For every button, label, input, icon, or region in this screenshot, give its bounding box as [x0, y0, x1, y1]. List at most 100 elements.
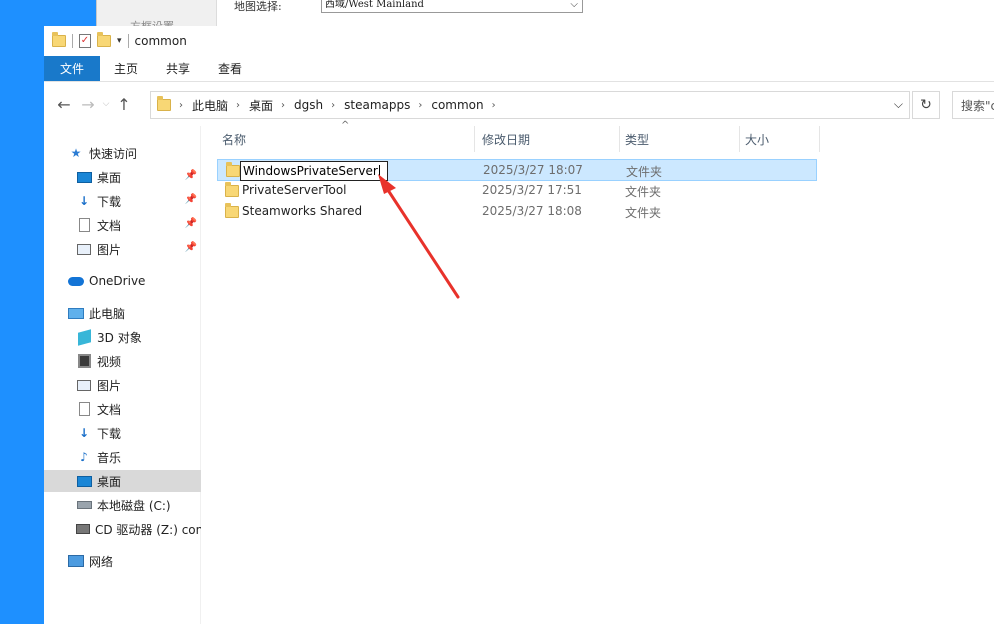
desktop-icon	[76, 171, 92, 183]
back-arrow-icon[interactable]: ←	[52, 95, 76, 114]
file-date: 2025/3/27 18:08	[482, 204, 582, 218]
map-select[interactable]: 西域/West Mainland ⌵	[321, 0, 583, 13]
chevron-down-icon: ⌵	[570, 0, 578, 10]
video-icon	[77, 354, 91, 368]
sidebar-item-desktop-pc[interactable]: 桌面	[44, 470, 201, 492]
chevron-right-icon[interactable]: ›	[236, 100, 240, 111]
file-list: ^ 名称 修改日期 类型 大小 WindowsPrivateServer 202…	[217, 120, 994, 624]
tab-share[interactable]: 共享	[152, 56, 204, 81]
sidebar-item-label: 桌面	[97, 170, 122, 185]
folder-icon	[226, 162, 240, 177]
sidebar-item-label: 下载	[97, 194, 122, 209]
sidebar-item-label: OneDrive	[89, 274, 146, 288]
column-header-date-modified[interactable]: 修改日期	[477, 126, 620, 152]
sidebar-item-pictures-pc[interactable]: 图片	[44, 374, 201, 396]
file-name: PrivateServerTool	[242, 183, 347, 197]
chevron-right-icon[interactable]: ›	[331, 100, 335, 111]
pictures-icon	[77, 379, 91, 391]
star-icon: ★	[70, 146, 82, 160]
forward-arrow-icon[interactable]: →	[76, 95, 100, 114]
pin-icon[interactable]: 📌	[185, 242, 197, 253]
text-caret	[378, 165, 380, 178]
sidebar-item-cd-drive-z[interactable]: CD 驱动器 (Z:) con	[44, 518, 201, 540]
folder-icon	[225, 182, 239, 197]
download-icon: ↓	[78, 194, 90, 208]
sidebar-item-local-disk-c[interactable]: 本地磁盘 (C:)	[44, 494, 201, 516]
customize-toolbar-icon[interactable]: ▾	[117, 36, 122, 46]
sidebar-item-downloads-pc[interactable]: ↓ 下载	[44, 422, 201, 444]
sidebar-item-documents-pc[interactable]: 文档	[44, 398, 201, 420]
sidebar-item-desktop[interactable]: 桌面 📌	[44, 166, 201, 188]
chevron-right-icon[interactable]: ›	[418, 100, 422, 111]
folder-icon	[225, 203, 239, 218]
chevron-right-icon[interactable]: ›	[492, 100, 496, 111]
table-row[interactable]: WindowsPrivateServer 2025/3/27 18:07 文件夹	[217, 159, 817, 181]
cloud-icon	[68, 276, 84, 286]
sidebar-item-downloads[interactable]: ↓ 下载 📌	[44, 190, 201, 212]
sidebar-item-pictures[interactable]: 图片 📌	[44, 238, 201, 260]
divider	[127, 34, 129, 48]
address-bar[interactable]: › 此电脑 › 桌面 › dgsh › steamapps › common ›…	[150, 91, 910, 119]
desktop-icon	[76, 475, 92, 487]
file-type: 文件夹	[626, 165, 663, 179]
disk-icon	[76, 501, 92, 509]
column-header-size[interactable]: 大小	[740, 126, 820, 152]
computer-icon	[68, 307, 84, 319]
download-icon: ↓	[78, 426, 90, 440]
divider	[72, 34, 73, 48]
file-name: Steamworks Shared	[242, 204, 363, 218]
sidebar-item-videos[interactable]: 视频	[44, 350, 201, 372]
breadcrumb-steamapps[interactable]: steamapps	[344, 98, 410, 112]
new-folder-icon[interactable]	[97, 32, 111, 47]
tab-home[interactable]: 主页	[100, 56, 152, 81]
breadcrumb-desktop[interactable]: 桌面	[249, 97, 273, 114]
file-type: 文件夹	[625, 206, 662, 220]
column-header-type[interactable]: 类型	[620, 126, 740, 152]
sidebar-item-label: 文档	[97, 402, 122, 417]
pin-icon[interactable]: 📌	[185, 218, 197, 229]
breadcrumb-dgsh[interactable]: dgsh	[294, 98, 323, 112]
chevron-right-icon[interactable]: ›	[281, 100, 285, 111]
sidebar-item-this-pc[interactable]: 此电脑	[44, 302, 201, 324]
tab-file[interactable]: 文件	[44, 56, 100, 81]
address-history-icon[interactable]: ⌵	[894, 97, 903, 112]
breadcrumb-common[interactable]: common	[431, 98, 483, 112]
file-explorer-window: ✓ ▾ common 文件 主页 共享 查看 ← → ⌵ ↑ › 此电脑 › 桌…	[44, 26, 994, 624]
column-header-name[interactable]: 名称	[217, 126, 475, 152]
music-icon: ♪	[80, 450, 88, 464]
rename-input[interactable]: WindowsPrivateServer	[240, 161, 388, 181]
sidebar-item-3d-objects[interactable]: 3D 对象	[44, 326, 201, 348]
refresh-icon: ↻	[920, 97, 932, 113]
pictures-icon	[77, 243, 91, 255]
sidebar-item-network[interactable]: 网络	[44, 550, 201, 572]
network-icon	[68, 555, 84, 567]
file-name: WindowsPrivateServer	[243, 164, 378, 178]
recent-locations-icon[interactable]: ⌵	[100, 99, 112, 109]
pin-icon[interactable]: 📌	[185, 170, 197, 181]
tab-view[interactable]: 查看	[204, 56, 256, 81]
sidebar-item-quick-access[interactable]: ★ 快速访问	[44, 142, 201, 164]
title-bar: ✓ ▾ common	[44, 26, 994, 56]
sidebar-item-label: 本地磁盘 (C:)	[97, 498, 171, 513]
navigation-pane: ★ 快速访问 桌面 📌 ↓ 下载 📌 文档 📌 图片 📌 OneDrive 此电…	[44, 126, 201, 624]
sidebar-item-documents[interactable]: 文档 📌	[44, 214, 201, 236]
refresh-button[interactable]: ↻	[912, 91, 940, 119]
chevron-right-icon[interactable]: ›	[179, 100, 183, 111]
sidebar-item-onedrive[interactable]: OneDrive	[44, 270, 201, 292]
explorer-body: ★ 快速访问 桌面 📌 ↓ 下载 📌 文档 📌 图片 📌 OneDrive 此电…	[44, 120, 994, 624]
document-icon	[78, 402, 90, 416]
sidebar-item-label: 3D 对象	[97, 330, 142, 345]
properties-icon[interactable]: ✓	[79, 34, 91, 48]
breadcrumb-this-pc[interactable]: 此电脑	[192, 97, 228, 114]
sidebar-item-label: 下载	[97, 426, 122, 441]
ribbon-tabs: 文件 主页 共享 查看	[44, 56, 994, 82]
document-icon	[78, 218, 90, 232]
pin-icon[interactable]: 📌	[185, 194, 197, 205]
sidebar-item-music[interactable]: ♪ 音乐	[44, 446, 201, 468]
table-row[interactable]: Steamworks Shared 2025/3/27 18:08 文件夹	[217, 201, 817, 223]
sidebar-item-label: 图片	[97, 378, 122, 393]
search-input[interactable]: 搜索"co	[952, 91, 994, 119]
table-row[interactable]: PrivateServerTool 2025/3/27 17:51 文件夹	[217, 180, 817, 202]
sidebar-item-label: 网络	[89, 554, 114, 569]
up-arrow-icon[interactable]: ↑	[112, 95, 136, 114]
